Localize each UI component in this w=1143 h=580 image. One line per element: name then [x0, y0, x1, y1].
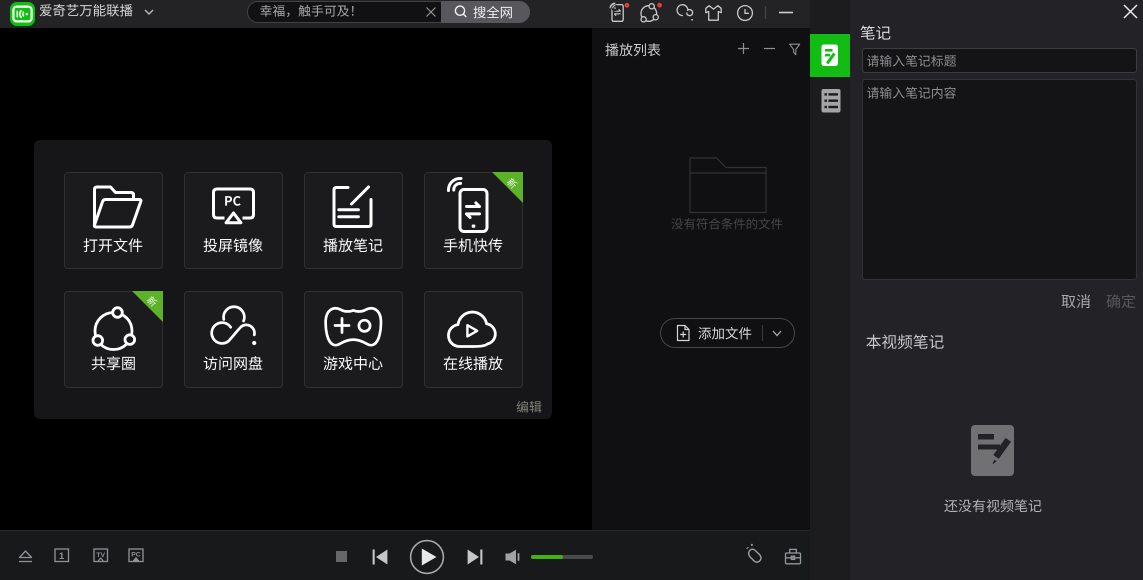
- svg-text:TV: TV: [96, 552, 105, 559]
- svg-text:1: 1: [59, 551, 65, 562]
- svg-text:PC: PC: [131, 552, 141, 559]
